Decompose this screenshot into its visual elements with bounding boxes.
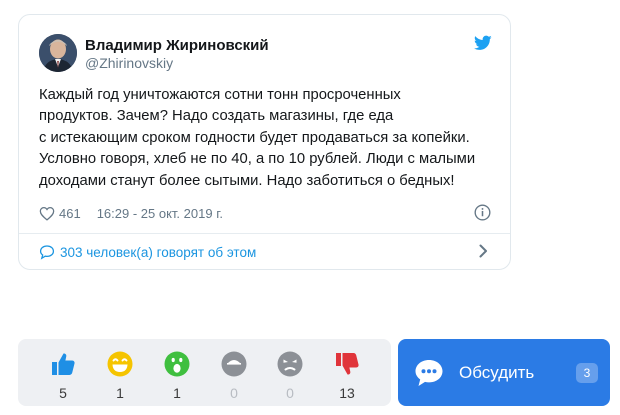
reaction-angry[interactable]: 0 bbox=[270, 350, 310, 402]
twitter-bird-icon[interactable] bbox=[474, 35, 492, 51]
reaction-count: 5 bbox=[59, 385, 67, 401]
reaction-count: 0 bbox=[286, 385, 294, 401]
angry-face-icon bbox=[277, 351, 303, 377]
author-handle[interactable]: @Zhirinovskiy bbox=[85, 55, 173, 71]
reaction-laugh[interactable]: 1 bbox=[100, 350, 140, 402]
heart-icon[interactable] bbox=[39, 206, 55, 221]
discuss-button[interactable]: Обсудить 3 bbox=[398, 339, 610, 406]
tweet-text-line: Условно говоря, хлеб не по 40, а по 10 р… bbox=[39, 151, 476, 168]
reaction-sad[interactable]: 0 bbox=[214, 350, 254, 402]
thumbs-up-icon bbox=[52, 353, 75, 375]
tweet-text: Каждый год уничтожаются сотни тонн проср… bbox=[39, 85, 504, 192]
author-name[interactable]: Владимир Жириновский bbox=[85, 37, 269, 54]
tweet-text-line: Каждый год уничтожаются сотни тонн проср… bbox=[39, 87, 401, 103]
tweet-timestamp[interactable]: 16:29 - 25 окт. 2019 г. bbox=[97, 206, 223, 221]
surprised-face-icon bbox=[164, 351, 190, 377]
tweet-text-line: продуктов. Зачем? Надо создать магазины,… bbox=[39, 108, 394, 125]
tweet-text-line: доходами станут более сытыми. Надо забот… bbox=[39, 172, 455, 189]
info-icon[interactable] bbox=[474, 204, 491, 221]
avatar[interactable] bbox=[39, 34, 77, 72]
divider bbox=[19, 233, 510, 234]
reaction-count: 13 bbox=[339, 385, 355, 401]
tweet-meta: 461 16:29 - 25 окт. 2019 г. bbox=[39, 204, 223, 222]
speech-bubble-icon bbox=[39, 245, 55, 260]
chat-bubble-icon bbox=[415, 360, 443, 386]
reaction-count: 0 bbox=[230, 385, 238, 401]
sad-face-icon bbox=[221, 351, 247, 377]
reaction-wow[interactable]: 1 bbox=[157, 350, 197, 402]
discussion-link[interactable]: 303 человек(а) говорят об этом bbox=[39, 242, 256, 262]
reaction-dislike[interactable]: 13 bbox=[327, 350, 367, 402]
discuss-button-label: Обсудить bbox=[459, 363, 535, 382]
tweet-text-line: с истекающим сроком годности будет прода… bbox=[39, 129, 470, 146]
reaction-count: 1 bbox=[116, 385, 124, 401]
thumbs-down-icon bbox=[336, 353, 359, 375]
chevron-right-icon[interactable] bbox=[477, 243, 489, 259]
comment-count-badge: 3 bbox=[576, 363, 598, 383]
laughing-face-icon bbox=[107, 351, 133, 377]
tweet-card: Владимир Жириновский @Zhirinovskiy Кажды… bbox=[18, 14, 511, 270]
reaction-like[interactable]: 5 bbox=[43, 350, 83, 402]
reactions-bar: 5 1 1 0 0 13 bbox=[18, 339, 391, 406]
like-count: 461 bbox=[59, 205, 81, 221]
reaction-count: 1 bbox=[173, 385, 181, 401]
discussion-link-label: 303 человек(а) говорят об этом bbox=[60, 244, 257, 260]
